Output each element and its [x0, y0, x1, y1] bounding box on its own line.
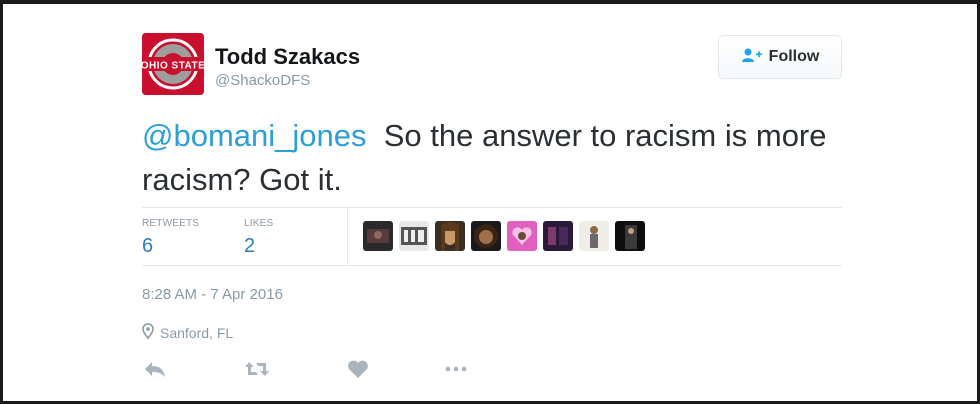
liker-avatar[interactable] [507, 221, 537, 251]
tweet-text: @bomani_jones So the answer to racism is… [142, 114, 842, 202]
liker-avatar[interactable] [543, 221, 573, 251]
more-icon[interactable] [443, 358, 469, 380]
divider [347, 207, 348, 265]
likes-label: LIKES [244, 218, 274, 229]
mention-link[interactable]: @bomani_jones [142, 118, 367, 153]
add-user-icon [741, 47, 763, 68]
tweet-timestamp[interactable]: 8:28 AM - 7 Apr 2016 [142, 286, 283, 303]
reply-icon[interactable] [142, 358, 168, 380]
follow-button[interactable]: Follow [718, 35, 842, 79]
follow-button-label: Follow [768, 48, 820, 65]
liker-avatar[interactable] [579, 221, 609, 251]
liker-avatar[interactable] [435, 221, 465, 251]
svg-text:OHIO STATE: OHIO STATE [142, 61, 204, 72]
user-handle[interactable]: @ShackoDFS [215, 72, 310, 89]
liker-avatar[interactable] [363, 221, 393, 251]
like-icon[interactable] [345, 358, 371, 380]
retweet-icon[interactable] [244, 358, 270, 380]
liker-avatars [363, 221, 645, 251]
likes-count[interactable]: 2 [244, 235, 255, 258]
liker-avatar[interactable] [471, 221, 501, 251]
retweets-count[interactable]: 6 [142, 235, 153, 258]
divider [142, 207, 842, 208]
liker-avatar[interactable] [615, 221, 645, 251]
location-label: Sanford, FL [160, 324, 234, 341]
avatar[interactable]: OHIO STATE [142, 33, 204, 95]
tweet-location[interactable]: Sanford, FL [142, 323, 233, 342]
user-name[interactable]: Todd Szakacs [215, 44, 360, 70]
retweets-label: RETWEETS [142, 218, 200, 229]
tweet-card: OHIO STATE Todd Szakacs @ShackoDFS Follo… [0, 0, 980, 404]
liker-avatar[interactable] [399, 221, 429, 251]
divider [142, 265, 842, 266]
location-pin-icon [142, 323, 154, 342]
